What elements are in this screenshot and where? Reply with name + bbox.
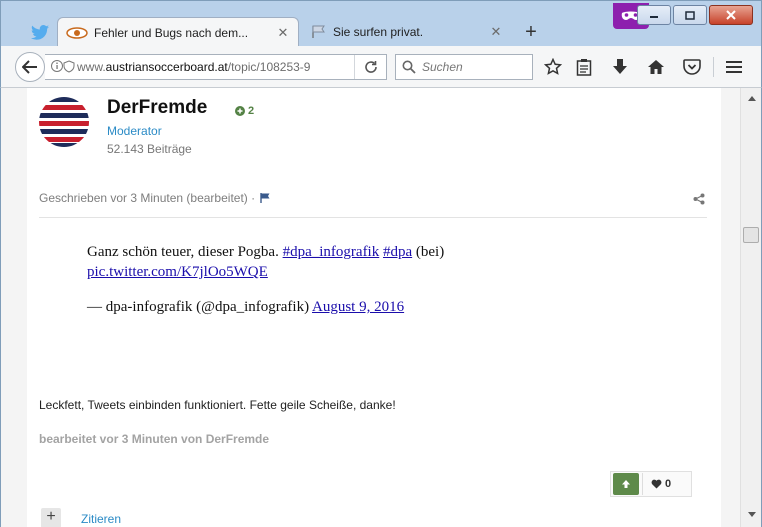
maximize-button[interactable] xyxy=(673,5,707,25)
share-icon[interactable] xyxy=(693,192,705,210)
embedded-tweet: Ganz schön teuer, dieser Pogba. #dpa_inf… xyxy=(87,242,507,282)
home-button[interactable] xyxy=(645,56,667,78)
search-input[interactable]: Suchen xyxy=(395,54,533,80)
minimize-button[interactable] xyxy=(637,5,671,25)
navigation-toolbar: www.austriansoccerboard.at/topic/108253-… xyxy=(0,46,762,88)
tweet-author: — dpa-infografik (@dpa_infografik) xyxy=(87,299,310,315)
back-arrow-icon xyxy=(22,60,37,74)
heart-icon xyxy=(651,479,662,489)
search-icon xyxy=(402,60,416,74)
vertical-scrollbar[interactable] xyxy=(740,88,762,527)
maximize-icon xyxy=(685,10,695,20)
site-info-icon[interactable] xyxy=(51,59,75,76)
reaction-box: 0 xyxy=(610,471,692,497)
window-controls xyxy=(637,5,753,25)
url-bar[interactable]: www.austriansoccerboard.at/topic/108253-… xyxy=(45,54,387,80)
reload-button[interactable] xyxy=(354,55,386,79)
tab-close-icon[interactable]: ✕ xyxy=(276,25,290,41)
minimize-icon xyxy=(650,16,658,18)
twitter-bird-icon xyxy=(31,24,49,40)
reaction-separator xyxy=(642,473,643,495)
author-name[interactable]: DerFremde xyxy=(107,97,207,119)
page-content: DerFremde 2 Moderator 52.143 Beiträge Ge… xyxy=(0,88,740,527)
soccerball-favicon-icon xyxy=(66,26,88,39)
close-window-button[interactable] xyxy=(709,5,753,25)
home-icon xyxy=(648,60,664,74)
multiquote-button[interactable]: + xyxy=(41,508,61,527)
pocket-button[interactable] xyxy=(681,56,703,78)
reading-list-button[interactable] xyxy=(573,56,595,78)
hamburger-menu-icon xyxy=(726,61,742,73)
close-icon xyxy=(726,10,736,20)
bookmark-star-button[interactable] xyxy=(542,56,564,78)
reputation-count: 2 xyxy=(248,105,255,117)
clipboard-icon xyxy=(576,59,592,76)
like-count: 0 xyxy=(665,478,672,490)
post-count: 52.143 Beiträge xyxy=(107,142,192,156)
downloads-button[interactable] xyxy=(609,56,631,78)
post-meta: Geschrieben vor 3 Minuten (bearbeitet) · xyxy=(39,191,271,205)
search-placeholder: Suchen xyxy=(422,60,463,74)
post-timestamp: Geschrieben vor 3 Minuten (bearbeitet) · xyxy=(39,191,256,205)
tweet-pic-link[interactable]: pic.twitter.com/K7jlOo5WQE xyxy=(87,264,268,280)
tab-label: Sie surfen privat. xyxy=(333,25,424,39)
tweet-signature: — dpa-infografik (@dpa_infografik) Augus… xyxy=(87,299,404,316)
post-body-text: Leckfett, Tweets einbinden funktioniert.… xyxy=(39,398,396,412)
scroll-up-arrow[interactable] xyxy=(741,90,762,106)
tweet-hashtag-link[interactable]: #dpa xyxy=(383,244,412,260)
tweet-hashtag-link[interactable]: #dpa_infografik xyxy=(283,244,380,260)
url-text: www.austriansoccerboard.at/topic/108253-… xyxy=(77,60,311,74)
tab-close-icon[interactable]: ✕ xyxy=(489,24,503,40)
avatar[interactable] xyxy=(39,97,89,147)
like-button[interactable]: 0 xyxy=(651,478,671,490)
upvote-button[interactable] xyxy=(613,473,639,495)
download-arrow-icon xyxy=(613,59,627,74)
back-button[interactable] xyxy=(15,52,45,82)
tab-forum[interactable]: Fehler und Bugs nach dem... ✕ xyxy=(57,17,299,47)
member-role: Moderator xyxy=(107,124,162,138)
pocket-icon xyxy=(683,59,701,75)
tweet-date-link[interactable]: August 9, 2016 xyxy=(312,299,404,315)
scroll-down-arrow[interactable] xyxy=(741,506,762,522)
scrollbar-thumb[interactable] xyxy=(743,227,759,243)
forum-post: DerFremde 2 Moderator 52.143 Beiträge Ge… xyxy=(27,88,721,527)
tab-label: Fehler und Bugs nach dem... xyxy=(94,25,249,40)
arrow-up-icon xyxy=(622,480,630,488)
tab-private[interactable]: Sie surfen privat. ✕ xyxy=(303,17,511,47)
window-titlebar: Fehler und Bugs nach dem... ✕ Sie surfen… xyxy=(0,0,762,47)
private-flag-icon xyxy=(312,25,325,38)
tweet-text: Ganz schön teuer, dieser Pogba. xyxy=(87,244,279,260)
tweet-suffix: (bei) xyxy=(415,244,445,260)
toolbar-separator xyxy=(713,57,714,77)
new-tab-button[interactable]: + xyxy=(519,19,543,45)
reload-icon xyxy=(364,61,377,73)
tab-pinned-twitter[interactable] xyxy=(23,17,57,47)
reputation-badge: 2 xyxy=(235,105,254,117)
menu-button[interactable] xyxy=(723,56,745,78)
report-flag-icon[interactable] xyxy=(259,192,271,204)
plus-circle-icon xyxy=(235,106,245,116)
post-divider xyxy=(39,217,707,218)
quote-link[interactable]: Zitieren xyxy=(81,512,121,526)
star-icon xyxy=(544,58,562,75)
edited-note: bearbeitet vor 3 Minuten von DerFremde xyxy=(39,432,270,446)
